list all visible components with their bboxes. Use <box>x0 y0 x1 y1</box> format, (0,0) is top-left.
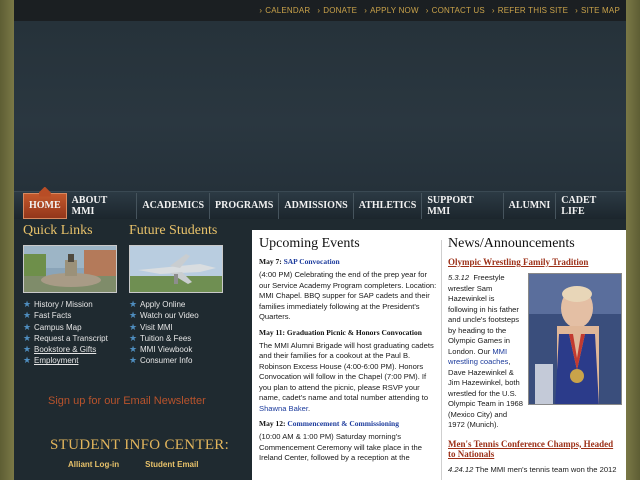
topbar-link-calendar[interactable]: › CALENDAR <box>259 6 310 15</box>
future-students-list: ★ Apply Online ★ Watch our Video ★ Visit MM… <box>129 299 199 367</box>
list-item[interactable]: ★ Employment <box>23 355 108 366</box>
star-icon: ★ <box>129 344 138 355</box>
event-link[interactable]: Commencement & Commissioning <box>287 419 399 428</box>
star-icon: ★ <box>23 344 32 355</box>
left-side-band <box>0 0 14 480</box>
student-email-link[interactable]: Student Email <box>145 460 198 469</box>
nav-about-mmi[interactable]: ABOUT MMI <box>67 192 138 219</box>
right-side-band <box>626 0 640 480</box>
star-icon: ★ <box>23 310 32 321</box>
list-item[interactable]: ★ History / Mission <box>23 299 108 310</box>
newsletter-signup-link[interactable]: Sign up for our Email Newsletter <box>48 395 206 407</box>
star-icon: ★ <box>129 321 138 332</box>
column-divider <box>441 240 442 480</box>
alliant-login-link[interactable]: Alliant Log-in <box>68 460 119 469</box>
nav-alumni[interactable]: ALUMNI <box>504 192 557 219</box>
news-title: News/Announcements <box>448 236 575 251</box>
event-link[interactable]: SAP Convocation <box>284 257 340 266</box>
wrestler-photo[interactable] <box>528 273 622 405</box>
header-banner <box>14 21 626 191</box>
future-students-title: Future Students <box>129 223 218 238</box>
star-icon: ★ <box>23 321 32 332</box>
events-title: Upcoming Events <box>259 236 360 251</box>
news-headline-link[interactable]: Men's Tennis Conference Champs, Headed t… <box>448 439 622 459</box>
quick-links-title: Quick Links <box>23 223 93 238</box>
star-icon: ★ <box>129 299 138 309</box>
news-item: 5.3.12 Freestyle wrestler Sam Hazewinkel… <box>448 273 622 431</box>
nav-admissions[interactable]: ADMISSIONS <box>279 192 354 219</box>
star-icon: ★ <box>23 355 32 366</box>
nav-home[interactable]: HOME <box>23 192 67 219</box>
content-panel: Upcoming Events May 7: SAP Convocation (… <box>252 230 626 480</box>
nav-athletics[interactable]: ATHLETICS <box>354 192 423 219</box>
news-item: 4.24.12 The MMI men's tennis team won th… <box>448 464 617 474</box>
news-headline-link[interactable]: Olympic Wrestling Family Tradition <box>448 257 622 267</box>
nav-academics[interactable]: ACADEMICS <box>137 192 211 219</box>
list-item[interactable]: ★ Campus Map <box>23 322 108 333</box>
rsvp-contact-link[interactable]: Shawna Baker <box>259 404 308 413</box>
topbar-link-refer-this-site[interactable]: › REFER THIS SITE <box>492 6 568 15</box>
list-item[interactable]: ★ Apply Online <box>129 299 199 310</box>
topbar-link-site-map[interactable]: › SITE MAP <box>575 6 620 15</box>
student-info-links: Alliant Log-in Student Email <box>68 460 224 469</box>
utility-bar: › CALENDAR › DONATE › APPLY NOW › CONTACT US… <box>14 0 626 21</box>
event-description: The MMI Alumni Brigade will host graduat… <box>259 340 434 413</box>
upcoming-events-section: Upcoming Events May 7: SAP Convocation (… <box>252 230 438 480</box>
nav-cadet-life[interactable]: CADET LIFE <box>556 193 626 219</box>
star-icon: ★ <box>23 332 32 343</box>
list-item[interactable]: ★ Visit MMI <box>129 322 199 333</box>
event-date-heading: May 11: Graduation Picnic & Honors Convo… <box>259 327 422 337</box>
list-item[interactable]: ★ Consumer Info <box>129 355 199 366</box>
star-icon: ★ <box>129 310 138 321</box>
nav-programs[interactable]: PROGRAMS <box>210 192 280 219</box>
list-item[interactable]: ★ Bookstore & Gifts <box>23 344 108 355</box>
list-item[interactable]: ★ Watch our Video <box>129 310 199 321</box>
student-info-center-title: STUDENT INFO CENTER: <box>50 437 230 453</box>
topbar-link-apply-now[interactable]: › APPLY NOW <box>364 6 419 15</box>
star-icon: ★ <box>129 355 138 366</box>
left-column: Quick Links Future Students ★ History / … <box>14 219 246 480</box>
event-date-heading: May 7: SAP Convocation <box>259 257 340 266</box>
topbar-link-contact-us[interactable]: › CONTACT US <box>426 6 485 15</box>
star-icon: ★ <box>129 332 138 343</box>
topbar-link-donate[interactable]: › DONATE <box>317 6 357 15</box>
list-item[interactable]: ★ Fast Facts <box>23 310 108 321</box>
news-section: News/Announcements Olympic Wrestling Fam… <box>448 230 626 480</box>
star-icon: ★ <box>23 299 32 309</box>
campus-fountain-photo[interactable] <box>23 245 117 293</box>
list-item[interactable]: ★ Tuition & Fees <box>129 333 199 344</box>
event-description: (10:00 AM & 1:00 PM) Saturday morning's … <box>259 432 422 462</box>
quick-links-list: ★ History / Mission ★ Fast Facts ★ Campus M… <box>23 299 108 367</box>
jet-monument-photo[interactable] <box>129 245 223 293</box>
event-description: (4:00 PM) Celebrating the end of the pre… <box>259 270 437 321</box>
nav-support-mmi[interactable]: SUPPORT MMI <box>422 192 504 219</box>
list-item[interactable]: ★ MMI Viewbook <box>129 344 199 355</box>
event-date-heading: May 12: Commencement & Commissioning <box>259 419 399 428</box>
list-item[interactable]: ★ Request a Transcript <box>23 333 108 344</box>
main-nav: HOME ABOUT MMI ACADEMICS PROGRAMS ADMISS… <box>14 191 626 219</box>
page-container: › CALENDAR › DONATE › APPLY NOW › CONTACT US… <box>14 0 626 480</box>
